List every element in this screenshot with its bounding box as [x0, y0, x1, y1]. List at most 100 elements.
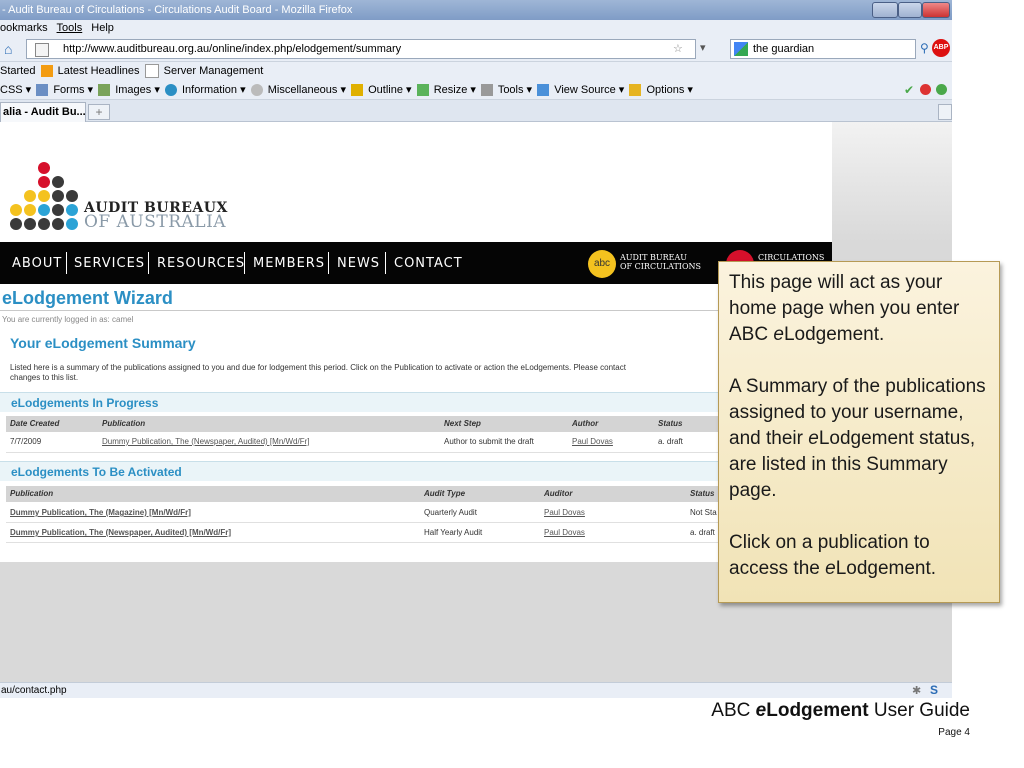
abc-badge-text: AUDIT BUREAU OF CIRCULATIONS: [620, 253, 701, 271]
skype-icon[interactable]: S: [930, 683, 938, 698]
toolbar-images[interactable]: Images ▾: [115, 84, 160, 96]
window-titlebar: - Audit Bureau of Circulations - Circula…: [0, 0, 952, 20]
auditor-link[interactable]: Paul Dovas: [544, 528, 585, 537]
menu-tools[interactable]: Tools: [57, 22, 83, 34]
abc-badge[interactable]: abc: [588, 250, 616, 278]
site-navigation: ABOUT SERVICES RESOURCES MEMBERS NEWS CO…: [0, 242, 832, 284]
col-auditor: Auditor: [544, 489, 573, 498]
options-icon: [629, 84, 642, 97]
toolbar-options[interactable]: Options ▾: [646, 84, 693, 96]
intro-line2: changes to this list.: [10, 373, 79, 382]
callout-italic: e: [825, 558, 836, 579]
publication-link[interactable]: Dummy Publication, The (Newspaper, Audit…: [10, 528, 231, 537]
search-engine-icon[interactable]: [734, 42, 748, 56]
bookmark-started[interactable]: Started: [0, 65, 35, 77]
nav-about[interactable]: ABOUT: [12, 256, 62, 271]
guide-bold: eLodgement: [755, 700, 869, 721]
miscellaneous-icon: [250, 84, 263, 97]
row-divider: [6, 452, 832, 453]
url-field[interactable]: http://www.auditbureau.org.au/online/ind…: [26, 39, 696, 59]
toolbar-information[interactable]: Information ▾: [182, 84, 246, 96]
toolbar-css[interactable]: CSS ▾: [0, 84, 31, 96]
new-tab-button[interactable]: +: [88, 104, 110, 120]
to-activate-heading: eLodgements To Be Activated: [0, 461, 832, 481]
page-number: Page 4: [938, 727, 970, 738]
col-author: Author: [572, 419, 599, 428]
page-icon: [35, 43, 49, 57]
logo-text-line2: OF AUSTRALIA: [84, 212, 227, 232]
callout-note: This page will act as your home page whe…: [718, 261, 1000, 603]
home-icon[interactable]: ⌂: [4, 41, 12, 57]
cell-next-step: Author to submit the draft: [444, 437, 534, 446]
check-icon[interactable]: ✔: [904, 80, 914, 99]
header-side-panel: [832, 122, 952, 242]
table-row: 7/7/2009 Dummy Publication, The (Newspap…: [6, 434, 832, 450]
title-divider: [0, 310, 832, 311]
nav-contact[interactable]: CONTACT: [394, 256, 463, 271]
callout-italic: e: [808, 428, 819, 449]
auditor-link[interactable]: Paul Dovas: [544, 508, 585, 517]
cell-status: a. draft: [658, 437, 683, 446]
callout-paragraph-3: Click on a publication to access the eLo…: [729, 530, 989, 582]
search-icon[interactable]: ⚲: [920, 41, 929, 55]
nav-news[interactable]: NEWS: [337, 256, 380, 271]
nav-separator: [385, 252, 386, 274]
bookmark-latest-headlines[interactable]: Latest Headlines: [58, 65, 140, 77]
callout-paragraph-1: This page will act as your home page whe…: [729, 270, 989, 348]
error-icon[interactable]: [920, 84, 931, 95]
menu-bookmarks[interactable]: ookmarks: [0, 22, 48, 34]
close-button[interactable]: [922, 2, 950, 18]
col-audit-type: Audit Type: [424, 489, 466, 498]
guide-suffix: User Guide: [868, 700, 970, 721]
guide-prefix: ABC: [711, 700, 756, 721]
web-developer-toolbar: CSS ▾ Forms ▾ Images ▾ Information ▾ Mis…: [0, 80, 952, 100]
callout-italic: e: [773, 324, 784, 345]
view-source-icon: [537, 84, 550, 97]
nav-separator: [328, 252, 329, 274]
toolbar-forms[interactable]: Forms ▾: [53, 84, 93, 96]
status-bar: au/contact.php ✱ S: [0, 682, 952, 698]
menu-help[interactable]: Help: [91, 22, 114, 34]
toolbar-miscellaneous[interactable]: Miscellaneous ▾: [268, 84, 346, 96]
toolbar-resize[interactable]: Resize ▾: [434, 84, 476, 96]
cell-status: Not Sta: [690, 508, 717, 517]
resize-icon: [416, 84, 429, 97]
ok-icon[interactable]: [936, 84, 947, 95]
tab-list-button[interactable]: [938, 104, 952, 120]
abc-text-line2: OF CIRCULATIONS: [620, 262, 702, 271]
intro-line1: Listed here is a summary of the publicat…: [10, 363, 626, 372]
minimize-button[interactable]: [872, 2, 898, 18]
cell-audit-type: Quarterly Audit: [424, 508, 477, 517]
cell-status: a. draft: [690, 528, 715, 537]
publication-link[interactable]: Dummy Publication, The (Newspaper, Audit…: [102, 437, 310, 446]
col-publication: Publication: [10, 489, 54, 498]
bookmark-server-management[interactable]: Server Management: [164, 65, 264, 77]
nav-services[interactable]: SERVICES: [74, 256, 145, 271]
search-field[interactable]: the guardian: [730, 39, 916, 59]
restore-button[interactable]: [898, 2, 922, 18]
toolbar-view-source[interactable]: View Source ▾: [554, 84, 624, 96]
dropdown-arrow-icon[interactable]: ▾: [700, 41, 706, 54]
table-row: Dummy Publication, The (Newspaper, Audit…: [6, 525, 832, 541]
row-divider: [6, 542, 832, 543]
browser-tab[interactable]: alia - Audit Bu...: [0, 102, 86, 122]
information-icon: [164, 84, 177, 97]
col-status: Status: [658, 419, 683, 428]
toolbar-outline[interactable]: Outline ▾: [368, 84, 411, 96]
nav-members[interactable]: MEMBERS: [253, 256, 325, 271]
callout-text: Lodgement.: [835, 558, 937, 579]
intro-text: Listed here is a summary of the publicat…: [10, 363, 720, 383]
logged-in-text: You are currently logged in as: camel: [2, 315, 134, 324]
in-progress-heading: eLodgements In Progress: [0, 392, 832, 412]
nav-resources[interactable]: RESOURCES: [157, 256, 245, 271]
col-date-created: Date Created: [10, 419, 60, 428]
adblock-icon[interactable]: ABP: [932, 39, 950, 57]
bookmark-star-icon[interactable]: ☆: [673, 40, 683, 58]
publication-link[interactable]: Dummy Publication, The (Magazine) [Mn/Wd…: [10, 508, 191, 517]
author-link[interactable]: Paul Dovas: [572, 437, 613, 446]
settings-icon[interactable]: ✱: [912, 684, 921, 699]
in-progress-column-headers: Date Created Publication Next Step Autho…: [6, 416, 832, 432]
col-next-step: Next Step: [444, 419, 481, 428]
toolbar-tools[interactable]: Tools ▾: [498, 84, 532, 96]
nav-separator: [148, 252, 149, 274]
